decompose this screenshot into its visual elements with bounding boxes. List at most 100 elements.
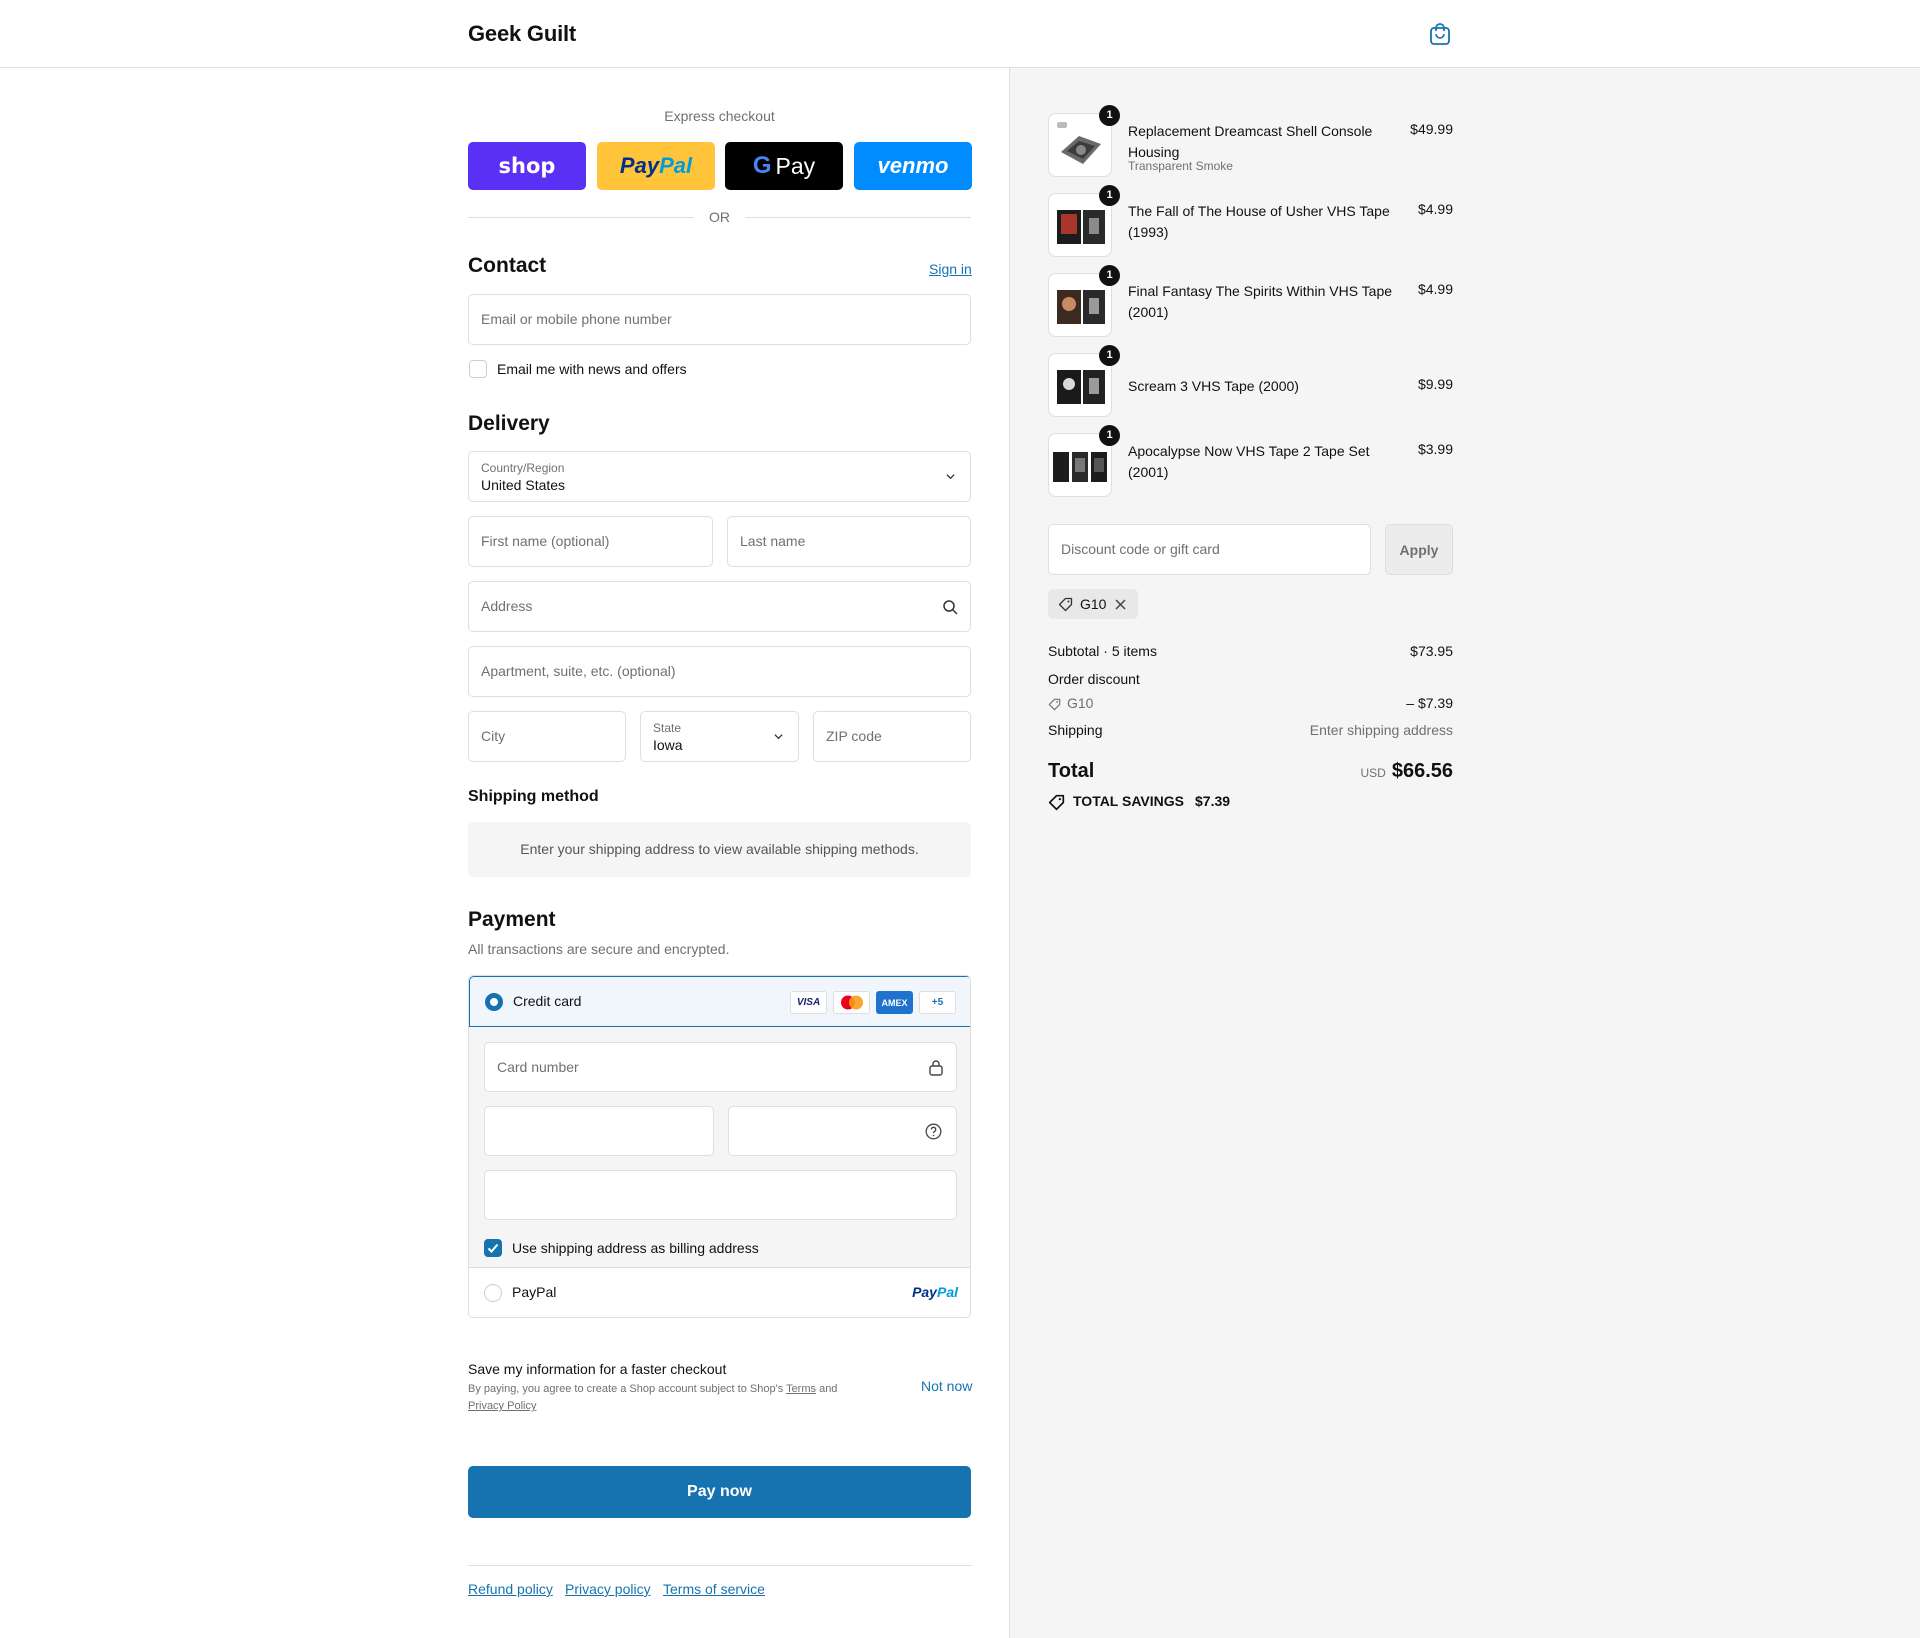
shipping-label: Shipping [1048,722,1103,738]
order-discount-label: Order discount [1048,671,1140,687]
item-price: $4.99 [1417,281,1453,297]
or-label: OR [709,209,730,225]
cart-bag-icon[interactable] [1429,22,1451,46]
sign-in-link[interactable]: Sign in [929,261,972,277]
address-field[interactable]: Address [468,581,971,632]
venmo-button[interactable]: venmo [854,142,972,190]
subtotal-label: Subtotal · 5 items [1048,643,1157,659]
contact-heading: Contact [468,254,547,277]
city-field[interactable]: City [468,711,626,762]
privacy-policy-link[interactable]: Privacy policy [565,1581,651,1597]
checkout-header: Geek Guilt [0,0,1920,68]
item-name: Replacement Dreamcast Shell Console Hous… [1128,123,1373,160]
close-icon[interactable] [1115,599,1126,610]
paypal-option[interactable]: PayPal PayPal [469,1268,970,1317]
footer-divider [468,1565,972,1566]
chevron-down-icon [774,734,783,740]
item-price: $49.99 [1410,121,1453,137]
item-price: $4.99 [1417,201,1453,217]
line-item: 1 Apocalypse Now VHS Tape 2 Tape Set (20… [1048,425,1453,503]
state-select[interactable]: State Iowa [640,711,799,762]
news-checkbox[interactable] [469,360,487,378]
expiration-date-field[interactable] [484,1106,714,1156]
country-select[interactable]: Country/Region United States [468,451,971,502]
savings-value: $7.39 [1195,793,1231,809]
store-name[interactable]: Geek Guilt [468,21,576,47]
last-name-placeholder: Last name [740,533,806,549]
item-name: Scream 3 VHS Tape (2000) [1128,378,1299,394]
applied-discount-chip: G10 [1048,589,1138,619]
line-item: 1 The Fall of The House of Usher VHS Tap… [1048,185,1453,263]
quantity-badge: 1 [1099,425,1120,446]
shop-pay-button[interactable]: shop [468,142,586,190]
total-label: Total [1048,760,1095,782]
paypal-option-logo: PayPal [912,1284,958,1300]
first-name-field[interactable]: First name (optional) [468,516,713,567]
billing-same-checkbox[interactable] [484,1239,502,1257]
news-label: Email me with news and offers [497,361,687,377]
line-item: 1 Final Fantasy The Spirits Within VHS T… [1048,265,1453,343]
google-g-icon: G [752,152,772,179]
total-value: $66.56 [1391,760,1453,782]
help-circle-icon[interactable] [925,1123,942,1140]
discount-code-row: G10 – $7.39 [1048,695,1453,715]
item-name: Apocalypse Now VHS Tape 2 Tape Set (2001… [1128,443,1370,480]
line-item: 1 Replacement Dreamcast Shell Console Ho… [1048,105,1453,183]
state-label: State [653,721,682,735]
savings-label: TOTAL SAVINGS [1073,793,1184,809]
order-discount-row: Order discount [1048,671,1453,691]
apply-discount-button[interactable]: Apply [1385,524,1453,575]
total-savings-row: TOTAL SAVINGS $7.39 [1048,793,1453,813]
refund-policy-link[interactable]: Refund policy [468,1581,553,1597]
payment-methods: Credit card VISA AMEX +5 Card number Use… [468,975,971,1318]
paypal-radio[interactable] [484,1284,502,1302]
shipping-row: Shipping Enter shipping address [1048,722,1453,742]
paypal-logo: PayPal [619,153,693,178]
credit-card-label: Credit card [513,993,582,1009]
shop-privacy-link[interactable]: Privacy Policy [468,1400,536,1412]
country-value: United States [481,477,566,493]
mastercard-icon [833,991,870,1014]
discount-code-label: G10 [1067,695,1094,711]
visa-icon: VISA [790,991,827,1014]
billing-same-label: Use shipping address as billing address [512,1240,759,1256]
line-item: 1 Scream 3 VHS Tape (2000) $9.99 [1048,345,1453,423]
terms-of-service-link[interactable]: Terms of service [663,1581,765,1597]
security-code-field[interactable] [728,1106,957,1156]
credit-card-radio[interactable] [485,993,503,1011]
shop-pay-logo: shop [498,154,556,178]
last-name-field[interactable]: Last name [727,516,971,567]
zip-field[interactable]: ZIP code [813,711,971,762]
product-thumbnail: 1 [1048,265,1120,337]
shop-terms-link[interactable]: Terms [786,1383,816,1395]
email-field[interactable]: Email or mobile phone number [468,294,971,345]
google-pay-button[interactable]: G Pay [725,142,843,190]
save-info-title: Save my information for a faster checkou… [468,1361,727,1377]
discount-placeholder: Discount code or gift card [1061,541,1220,557]
lock-icon [929,1060,943,1076]
quantity-badge: 1 [1099,185,1120,206]
applied-code-label: G10 [1080,596,1107,612]
more-cards-badge: +5 [919,991,956,1014]
total-row: Total USD $66.56 [1048,760,1453,788]
pay-now-button[interactable]: Pay now [468,1466,971,1518]
quantity-badge: 1 [1099,105,1120,126]
apartment-placeholder: Apartment, suite, etc. (optional) [481,663,676,679]
state-value: Iowa [653,737,683,753]
delivery-heading: Delivery [468,412,550,435]
mastercard-circles [840,995,863,1010]
paypal-express-button[interactable]: PayPal [597,142,715,190]
name-on-card-field[interactable] [484,1170,957,1220]
first-name-placeholder: First name (optional) [481,533,610,549]
discount-code-field[interactable]: Discount code or gift card [1048,524,1371,575]
save-info-disclaimer: By paying, you agree to create a Shop ac… [468,1383,838,1412]
not-now-button[interactable]: Not now [921,1378,972,1394]
apartment-field[interactable]: Apartment, suite, etc. (optional) [468,646,971,697]
subtotal-row: Subtotal · 5 items $73.95 [1048,643,1453,663]
credit-card-option[interactable]: Credit card VISA AMEX +5 [469,976,970,1027]
express-checkout-label: Express checkout [664,108,775,124]
paypal-option-label: PayPal [512,1284,557,1300]
card-number-field[interactable]: Card number [484,1042,957,1092]
venmo-logo: venmo [877,153,949,178]
product-thumbnail: 1 [1048,105,1120,177]
